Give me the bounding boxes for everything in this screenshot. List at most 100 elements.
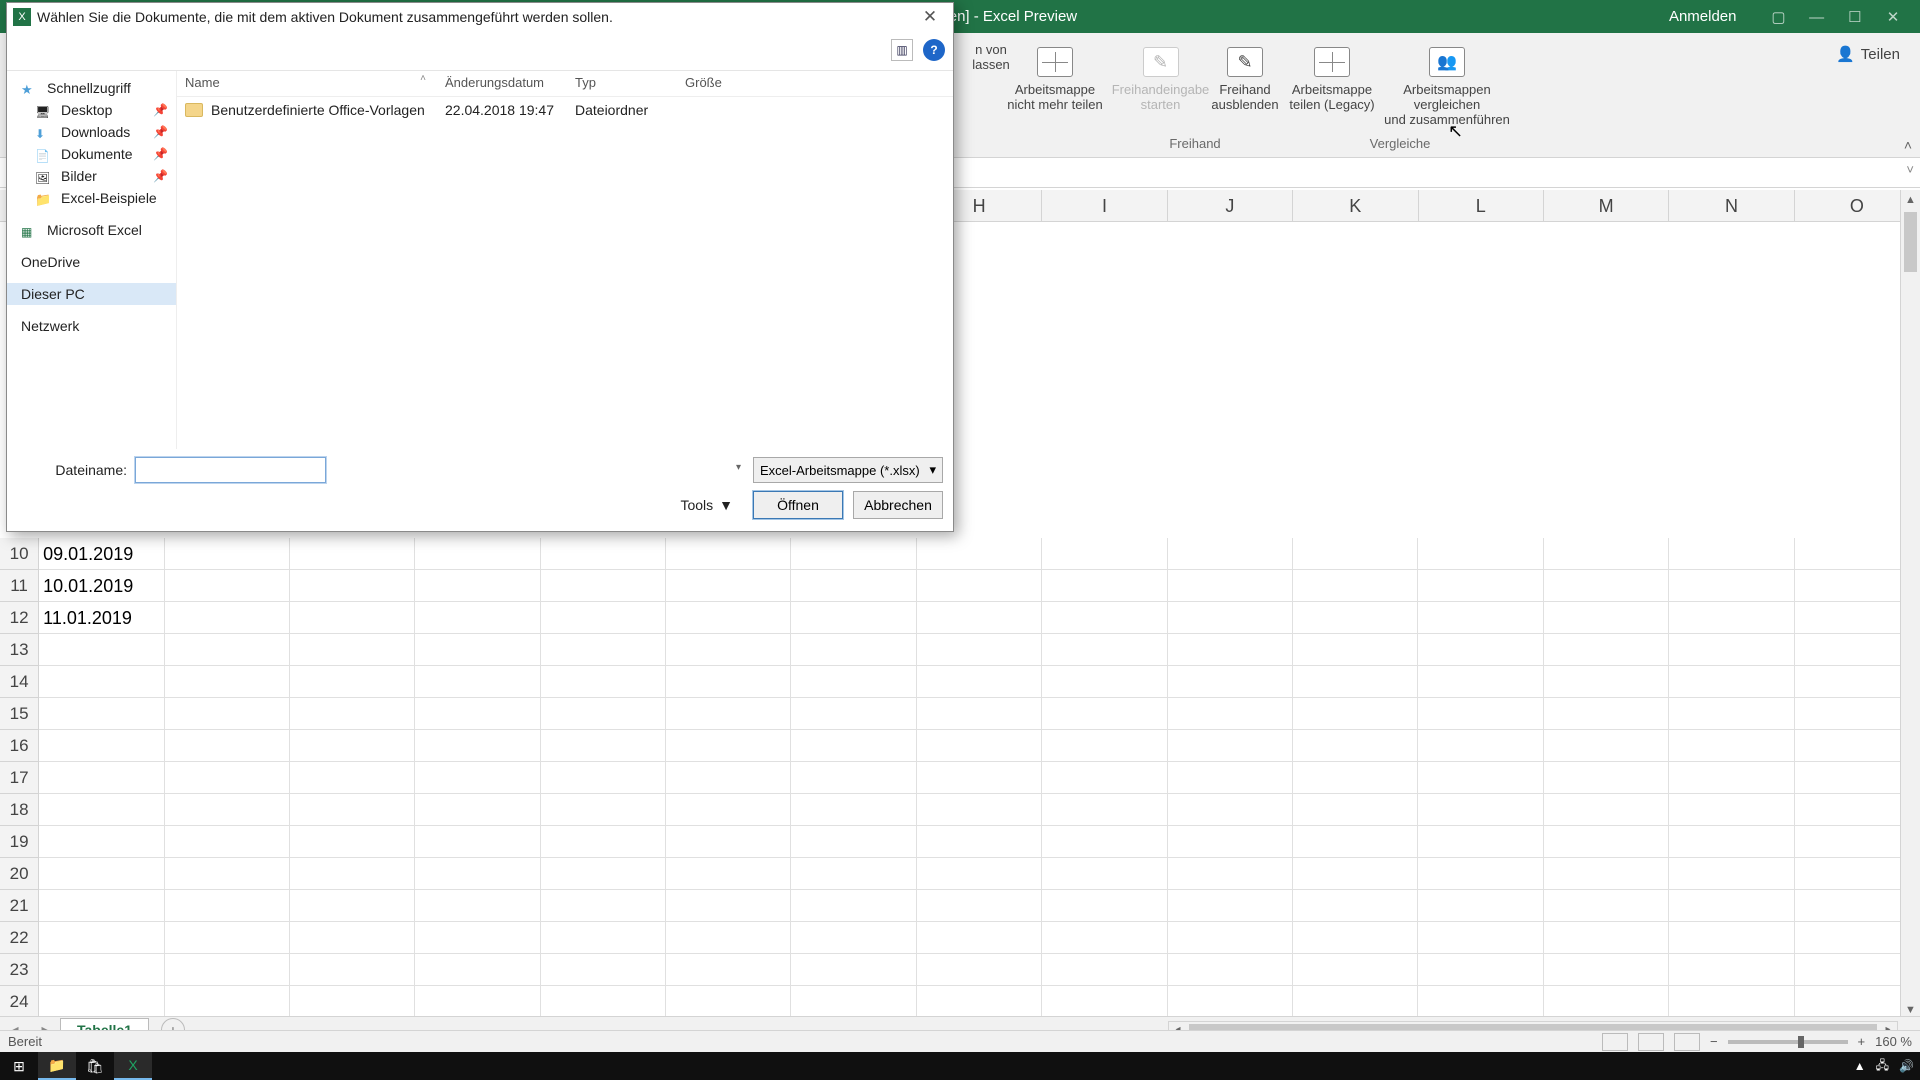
cell[interactable] (1669, 986, 1794, 1018)
cell[interactable] (415, 570, 540, 602)
cell[interactable] (917, 538, 1042, 570)
cell[interactable] (1042, 794, 1167, 826)
cell[interactable] (165, 826, 290, 858)
cell[interactable] (666, 698, 791, 730)
column-header[interactable]: L (1419, 190, 1544, 221)
cell[interactable] (1293, 538, 1418, 570)
column-header[interactable]: J (1168, 190, 1293, 221)
cell[interactable] (415, 922, 540, 954)
cell[interactable] (1669, 858, 1794, 890)
cell[interactable] (666, 762, 791, 794)
cell[interactable] (1168, 794, 1293, 826)
cell[interactable] (1418, 890, 1543, 922)
cell[interactable] (39, 986, 164, 1018)
start-button[interactable]: ⊞ (0, 1052, 38, 1080)
cell[interactable] (1042, 922, 1167, 954)
cell[interactable] (917, 986, 1042, 1018)
cell[interactable] (1669, 634, 1794, 666)
cell[interactable] (791, 602, 916, 634)
cell[interactable] (1168, 858, 1293, 890)
cell[interactable] (666, 730, 791, 762)
cell[interactable] (791, 538, 916, 570)
cell[interactable] (666, 794, 791, 826)
window-minimize-icon[interactable]: — (1800, 9, 1834, 26)
vscroll-thumb[interactable] (1904, 212, 1917, 272)
cell[interactable] (1293, 602, 1418, 634)
cell[interactable] (541, 954, 666, 986)
cell[interactable] (39, 698, 164, 730)
cell[interactable] (1544, 826, 1669, 858)
cell[interactable] (1418, 730, 1543, 762)
system-tray[interactable]: ▲ 🖧 🔊 (1854, 1056, 1914, 1077)
cell[interactable] (165, 538, 290, 570)
cell[interactable] (415, 954, 540, 986)
row-header[interactable]: 10 (0, 538, 39, 570)
cell[interactable] (39, 730, 164, 762)
nav-this-pc[interactable]: Dieser PC (7, 283, 176, 305)
cell[interactable] (290, 794, 415, 826)
cell[interactable] (917, 954, 1042, 986)
cell[interactable] (917, 794, 1042, 826)
cell[interactable] (917, 858, 1042, 890)
col-type[interactable]: Typ (567, 71, 677, 96)
cell[interactable] (1042, 698, 1167, 730)
cell[interactable] (1418, 666, 1543, 698)
cell[interactable] (1544, 922, 1669, 954)
cell[interactable] (1418, 602, 1543, 634)
cell[interactable] (791, 570, 916, 602)
cell[interactable] (1544, 986, 1669, 1018)
zoom-slider[interactable] (1728, 1040, 1848, 1044)
cell[interactable] (39, 762, 164, 794)
cell[interactable] (666, 986, 791, 1018)
cell[interactable] (1168, 666, 1293, 698)
cell[interactable] (1544, 730, 1669, 762)
cell[interactable] (415, 730, 540, 762)
cell[interactable] (1293, 634, 1418, 666)
cell[interactable] (415, 698, 540, 730)
cell[interactable] (1168, 762, 1293, 794)
cell[interactable] (917, 922, 1042, 954)
cell[interactable] (1544, 698, 1669, 730)
cell[interactable] (290, 570, 415, 602)
cell[interactable] (1042, 826, 1167, 858)
cell[interactable] (165, 634, 290, 666)
cell[interactable] (1293, 890, 1418, 922)
cell[interactable] (1168, 570, 1293, 602)
cell[interactable] (541, 986, 666, 1018)
nav-ms-excel[interactable]: Microsoft Excel (7, 219, 176, 241)
cell[interactable] (1544, 858, 1669, 890)
cell[interactable] (541, 666, 666, 698)
col-size[interactable]: Größe (677, 71, 757, 96)
cell[interactable] (541, 890, 666, 922)
row-header[interactable]: 23 (0, 954, 39, 986)
cell[interactable] (1042, 986, 1167, 1018)
cell[interactable] (1418, 570, 1543, 602)
cell[interactable] (290, 986, 415, 1018)
cell[interactable] (39, 634, 164, 666)
cell[interactable] (165, 666, 290, 698)
cell[interactable] (290, 890, 415, 922)
cell[interactable] (791, 634, 916, 666)
open-button[interactable]: Öffnen (753, 491, 843, 519)
cell[interactable] (165, 570, 290, 602)
tools-dropdown[interactable]: Tools▼ (680, 497, 733, 513)
cell[interactable] (541, 570, 666, 602)
cell[interactable] (39, 826, 164, 858)
cell[interactable] (1544, 538, 1669, 570)
cell[interactable] (541, 826, 666, 858)
view-normal-button[interactable] (1602, 1033, 1628, 1051)
cell[interactable] (1418, 922, 1543, 954)
cell[interactable] (290, 666, 415, 698)
cell[interactable] (1168, 602, 1293, 634)
cell[interactable] (1293, 922, 1418, 954)
cell[interactable] (541, 698, 666, 730)
cell[interactable] (1293, 986, 1418, 1018)
nav-network[interactable]: Netzwerk (7, 315, 176, 337)
cell[interactable] (1544, 602, 1669, 634)
taskbar-explorer[interactable]: 📁 (38, 1052, 76, 1080)
cell[interactable] (1042, 538, 1167, 570)
file-row[interactable]: Benutzerdefinierte Office-Vorlagen22.04.… (177, 97, 953, 123)
cell[interactable] (791, 666, 916, 698)
taskbar-excel[interactable]: X (114, 1052, 152, 1080)
column-header[interactable]: I (1042, 190, 1167, 221)
